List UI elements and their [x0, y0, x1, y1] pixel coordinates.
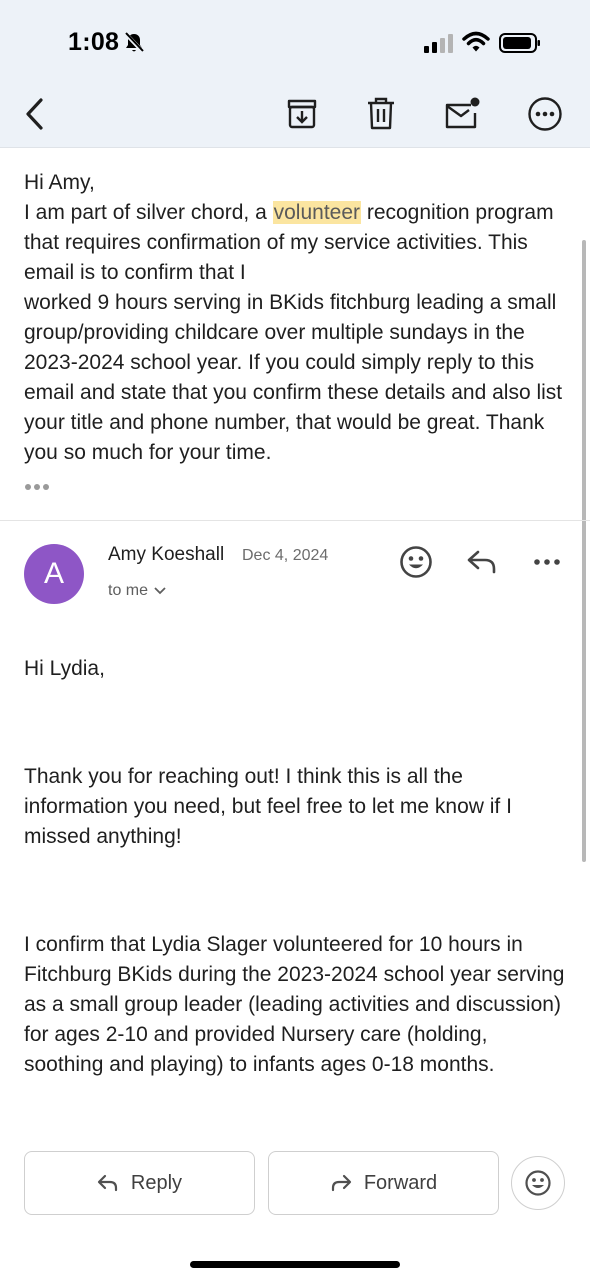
chevron-left-icon	[26, 98, 43, 130]
reply-paragraph: I confirm that Lydia Slager volunteered …	[24, 933, 565, 1076]
ellipsis-dot	[25, 484, 31, 490]
forward-label: Forward	[363, 1171, 438, 1194]
message-date: Dec 4, 2024	[242, 547, 329, 564]
message-divider	[0, 520, 590, 521]
more-horizontal-icon	[534, 559, 560, 565]
top-bar-area: 1:08	[0, 0, 590, 148]
more-options-button[interactable]	[525, 94, 565, 134]
reply-greeting: Hi Lydia,	[24, 657, 105, 680]
scrollbar[interactable]	[582, 240, 586, 862]
smiley-icon	[400, 546, 432, 578]
battery-icon	[499, 33, 540, 53]
wifi-icon	[462, 31, 490, 52]
quoted-message-body: Hi Amy, I am part of silver chord, a vol…	[24, 168, 570, 468]
message-more-button[interactable]	[527, 542, 567, 582]
show-trimmed-content-button[interactable]	[25, 484, 49, 490]
back-button[interactable]	[14, 94, 54, 134]
mail-unread-icon	[445, 97, 480, 129]
quoted-second-paragraph: worked 9 hours serving in BKids fitchbur…	[24, 291, 563, 464]
reply-paragraph: Thank you for reaching out! I think this…	[24, 765, 512, 848]
archive-button[interactable]	[282, 94, 322, 134]
reply-action-button[interactable]: Reply	[24, 1151, 255, 1215]
recipient-details-toggle[interactable]: to me	[108, 582, 166, 600]
quoted-text-start: I am part of silver chord, a	[24, 201, 273, 224]
chevron-down-icon	[154, 587, 166, 595]
reply-arrow-icon	[97, 1174, 118, 1192]
reply-label: Reply	[130, 1171, 183, 1194]
smiley-icon	[525, 1170, 551, 1196]
add-reaction-button[interactable]	[396, 542, 436, 582]
message-toolbar	[0, 80, 590, 147]
search-highlight: volunteer	[272, 201, 361, 224]
status-time: 1:08	[68, 28, 120, 56]
sender-avatar[interactable]: A	[24, 544, 84, 604]
recipient-label: to me	[108, 582, 149, 599]
trash-icon	[368, 97, 394, 130]
reply-arrow-icon	[467, 550, 496, 574]
ellipsis-dot	[34, 484, 40, 490]
forward-arrow-icon	[331, 1174, 351, 1192]
more-horizontal-icon	[528, 97, 562, 131]
home-indicator[interactable]	[190, 1261, 400, 1268]
bell-off-icon	[123, 31, 145, 54]
quoted-first-paragraph: I am part of silver chord, a volunteer r…	[24, 198, 570, 288]
cellular-signal-icon	[424, 34, 453, 53]
reply-button[interactable]	[462, 542, 502, 582]
sender-name: Amy Koeshall	[108, 544, 225, 565]
mark-unread-button[interactable]	[442, 94, 482, 134]
archive-icon	[287, 99, 317, 129]
delete-button[interactable]	[361, 94, 401, 134]
status-bar: 1:08	[0, 0, 590, 80]
react-action-button[interactable]	[511, 1156, 565, 1210]
ellipsis-dot	[43, 484, 49, 490]
quoted-greeting: Hi Amy,	[24, 171, 95, 194]
forward-action-button[interactable]: Forward	[268, 1151, 499, 1215]
